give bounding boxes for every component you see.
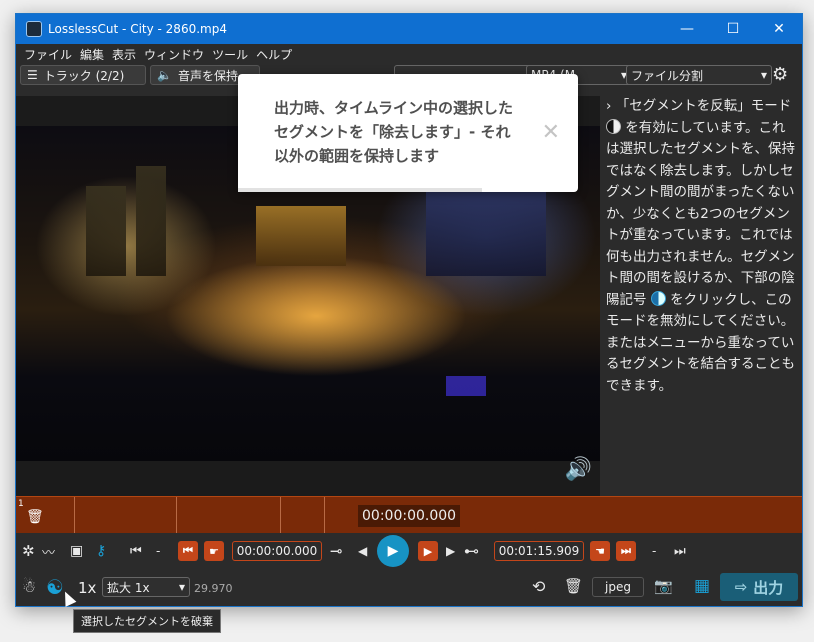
popup-close-button[interactable]: ✕ [542, 120, 560, 145]
dash-separator: - [156, 544, 161, 558]
next-segment-button[interactable]: ▶ [418, 541, 438, 561]
set-start-hand-button[interactable]: ☛ [204, 541, 224, 561]
list-icon: ☰ [27, 68, 38, 82]
menu-tools[interactable]: ツール [208, 46, 252, 63]
key-icon[interactable]: ⚷ [96, 543, 106, 559]
jump-segment-start-button[interactable]: ⏮ [178, 541, 198, 561]
keyframe-icon[interactable]: ⊷ [464, 542, 479, 560]
fps-readout: 29.970 [194, 582, 233, 595]
jump-segment-end-button[interactable]: ⏭ [616, 541, 636, 561]
volume-icon[interactable]: 🔊 [565, 457, 592, 482]
export-icon: ⇨ [734, 578, 748, 596]
tracks-button[interactable]: ☰ トラック (2/2) [20, 65, 146, 85]
title-bar: LosslessCut - City - 2860.mp4 — ☐ ✕ [16, 14, 802, 44]
start-time-field[interactable]: 00:00:00.000 [232, 541, 322, 561]
side-panel: › 「セグメントを反転」モード を有効にしています。これは選択したセグメントを、… [600, 96, 802, 496]
tracks-label: トラック (2/2) [43, 68, 125, 83]
speaker-icon: 🔈 [157, 68, 172, 82]
person-icon[interactable]: ☃ [22, 577, 36, 596]
chevron-down-icon: ▾ [178, 580, 185, 594]
export-button[interactable]: ⇨ 出力 [720, 573, 798, 601]
menu-view[interactable]: 表示 [108, 46, 140, 63]
app-window: LosslessCut - City - 2860.mp4 — ☐ ✕ ファイル… [15, 13, 803, 607]
settings-icon[interactable]: ✲ [22, 542, 35, 560]
yin-yang-icon [606, 118, 621, 134]
gear-icon[interactable]: ⚙ [772, 64, 788, 85]
zoom-select[interactable]: 拡大 1x ▾ [102, 577, 190, 597]
chevron-right-icon[interactable]: › [606, 98, 611, 114]
end-time-field[interactable]: 00:01:15.909 [494, 541, 584, 561]
notification-popup: 出力時、タイムライン中の選択したセグメントを「除去します」- それ以外の範囲を保… [238, 74, 578, 192]
menu-file[interactable]: ファイル [20, 46, 76, 63]
chevron-down-icon: ▾ [760, 68, 767, 82]
trash-icon[interactable]: 🗑 [26, 509, 44, 525]
invert-mode-notice: › 「セグメントを反転」モード を有効にしています。これは選択したセグメントを、… [600, 96, 802, 397]
menu-edit[interactable]: 編集 [76, 46, 108, 63]
set-end-hand-button[interactable]: ☚ [590, 541, 610, 561]
keyframe-icon[interactable]: ⊸ [330, 542, 343, 560]
yin-yang-icon [650, 290, 666, 306]
tooltip: 選択したセグメントを破棄 [73, 609, 221, 633]
capture-format-select[interactable]: jpeg [592, 577, 644, 597]
calendar-icon[interactable]: ▦ [694, 576, 710, 596]
prev-frame-icon[interactable]: ◀ [358, 544, 367, 558]
menu-bar: ファイル 編集 表示 ウィンドウ ツール ヘルプ [16, 44, 802, 64]
jump-end-icon[interactable]: ⏭ [674, 544, 686, 559]
menu-help[interactable]: ヘルプ [252, 46, 296, 63]
next-frame-icon[interactable]: ▶ [446, 544, 455, 558]
notice-part2: を有効にしています。これは選択したセグメントを、保持ではなく除去します。しかしセ… [606, 119, 795, 308]
bottom-bar: ☃ ☯ 1x 拡大 1x ▾ 29.970 ⟲ 🗑 jpeg 📷 ▦ ⇨ 出力 [16, 570, 802, 606]
close-button[interactable]: ✕ [756, 14, 802, 44]
maximize-button[interactable]: ☐ [710, 14, 756, 44]
jump-start-icon[interactable]: ⏮ [130, 544, 142, 559]
segment-number: 1 [18, 499, 24, 509]
play-button[interactable]: ▶ [377, 535, 409, 567]
keep-audio-label: 音声を保持 [177, 68, 238, 83]
menu-window[interactable]: ウィンドウ [140, 46, 208, 63]
output-mode-select[interactable]: ファイル分割 ▾ [626, 65, 772, 85]
trash-icon[interactable]: 🗑 [564, 577, 583, 595]
app-icon [26, 21, 42, 37]
window-title: LosslessCut - City - 2860.mp4 [48, 22, 227, 36]
dash-separator: - [652, 544, 657, 558]
current-time: 00:00:00.000 [358, 505, 461, 527]
popup-progress [238, 188, 482, 192]
timeline[interactable]: 1 🗑 00:00:00.000 [16, 496, 802, 533]
thumbnails-icon[interactable]: ▣ [70, 543, 83, 559]
popup-message: 出力時、タイムライン中の選択したセグメントを「除去します」- それ以外の範囲を保… [274, 99, 513, 165]
playback-controls: ✲ 〰 ▣ ⚷ ⏮ - ⏮ ☛ 00:00:00.000 ⊸ ◀ ▶ ▶ ▶ ⊷… [16, 535, 802, 567]
minimize-button[interactable]: — [664, 14, 710, 44]
capture-format-value: jpeg [605, 580, 631, 594]
output-mode-value: ファイル分割 [631, 68, 704, 83]
notice-part1: 「セグメントを反転」モード [615, 98, 792, 114]
rotate-icon[interactable]: ⟲ [532, 577, 545, 596]
export-label: 出力 [753, 578, 784, 597]
camera-icon[interactable]: 📷 [654, 577, 673, 595]
zoom-value: 拡大 1x [107, 580, 150, 595]
playback-speed: 1x [78, 579, 97, 597]
waveform-icon[interactable]: 〰 [42, 542, 55, 561]
